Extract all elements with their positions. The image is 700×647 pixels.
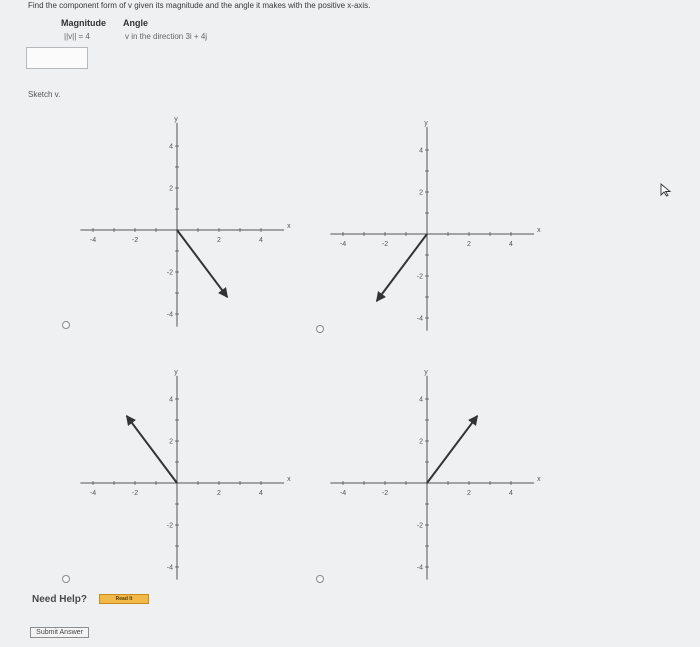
y-tick-label: -2 bbox=[167, 523, 173, 530]
angle-header: Angle bbox=[123, 18, 149, 28]
x-tick-label: -2 bbox=[382, 241, 388, 248]
x-tick-label: 4 bbox=[259, 490, 263, 497]
need-help-label: Need Help? bbox=[32, 594, 88, 605]
x-tick-label: -4 bbox=[90, 490, 96, 497]
x-axis-label: x bbox=[537, 227, 541, 234]
y-tick-label: -2 bbox=[417, 274, 423, 281]
x-tick-label: -4 bbox=[340, 490, 346, 497]
x-tick-label: 2 bbox=[217, 490, 221, 497]
magnitude-value: ||v|| = 4 bbox=[64, 32, 90, 41]
graph-option-d: -4 -2 2 4 4 2 -2 -4 x y bbox=[330, 369, 541, 580]
y-tick-label: -2 bbox=[417, 523, 423, 530]
y-tick-label: 2 bbox=[169, 186, 173, 193]
graph-option-a: -4 -2 2 4 4 2 -2 -4 x y bbox=[80, 116, 291, 327]
y-tick-label: -4 bbox=[417, 565, 423, 572]
x-tick-label: 4 bbox=[509, 241, 513, 248]
magnitude-header: Magnitude bbox=[61, 18, 106, 28]
y-tick-label: 2 bbox=[169, 439, 173, 446]
y-tick-label: -4 bbox=[167, 312, 173, 319]
x-tick-label: 2 bbox=[467, 241, 471, 248]
x-tick-label: 2 bbox=[467, 490, 471, 497]
x-axis-label: x bbox=[287, 476, 291, 483]
y-axis-label: y bbox=[424, 369, 428, 376]
vector-v-arrow bbox=[125, 414, 178, 484]
x-tick-label: -2 bbox=[382, 490, 388, 497]
x-axis-label: x bbox=[287, 223, 291, 230]
submit-answer-button[interactable]: Submit Answer bbox=[30, 627, 89, 638]
y-tick-label: -4 bbox=[417, 316, 423, 323]
y-tick-label: 2 bbox=[419, 190, 423, 197]
y-tick-label: -4 bbox=[167, 565, 173, 572]
vector-v-arrow bbox=[426, 414, 479, 484]
graph-option-c: -4 -2 2 4 4 2 -2 -4 x y bbox=[80, 369, 291, 580]
angle-value: v in the direction 3i + 4j bbox=[125, 32, 208, 41]
x-tick-label: -2 bbox=[132, 237, 138, 244]
y-tick-label: 4 bbox=[169, 397, 173, 404]
sketch-label: Sketch v. bbox=[28, 90, 61, 99]
read-it-button[interactable]: Read It bbox=[99, 594, 149, 604]
x-tick-label: 4 bbox=[509, 490, 513, 497]
x-tick-label: -4 bbox=[90, 237, 96, 244]
x-tick-label: 4 bbox=[259, 237, 263, 244]
y-tick-label: 4 bbox=[169, 144, 173, 151]
y-tick-label: 4 bbox=[419, 148, 423, 155]
answer-input[interactable] bbox=[26, 47, 88, 69]
x-axis-label: x bbox=[537, 476, 541, 483]
y-tick-label: 2 bbox=[419, 439, 423, 446]
y-axis-label: y bbox=[424, 120, 428, 127]
x-tick-label: -4 bbox=[340, 241, 346, 248]
y-tick-label: 4 bbox=[419, 397, 423, 404]
mouse-pointer-icon bbox=[660, 183, 672, 197]
graph-option-b: -4 -2 2 4 4 2 -2 -4 x y bbox=[330, 120, 541, 331]
x-tick-label: 2 bbox=[217, 237, 221, 244]
y-axis-label: y bbox=[174, 116, 178, 123]
y-tick-label: -2 bbox=[167, 270, 173, 277]
y-axis-label: y bbox=[174, 369, 178, 376]
x-tick-label: -2 bbox=[132, 490, 138, 497]
question-text: Find the component form of v given its m… bbox=[28, 1, 371, 10]
